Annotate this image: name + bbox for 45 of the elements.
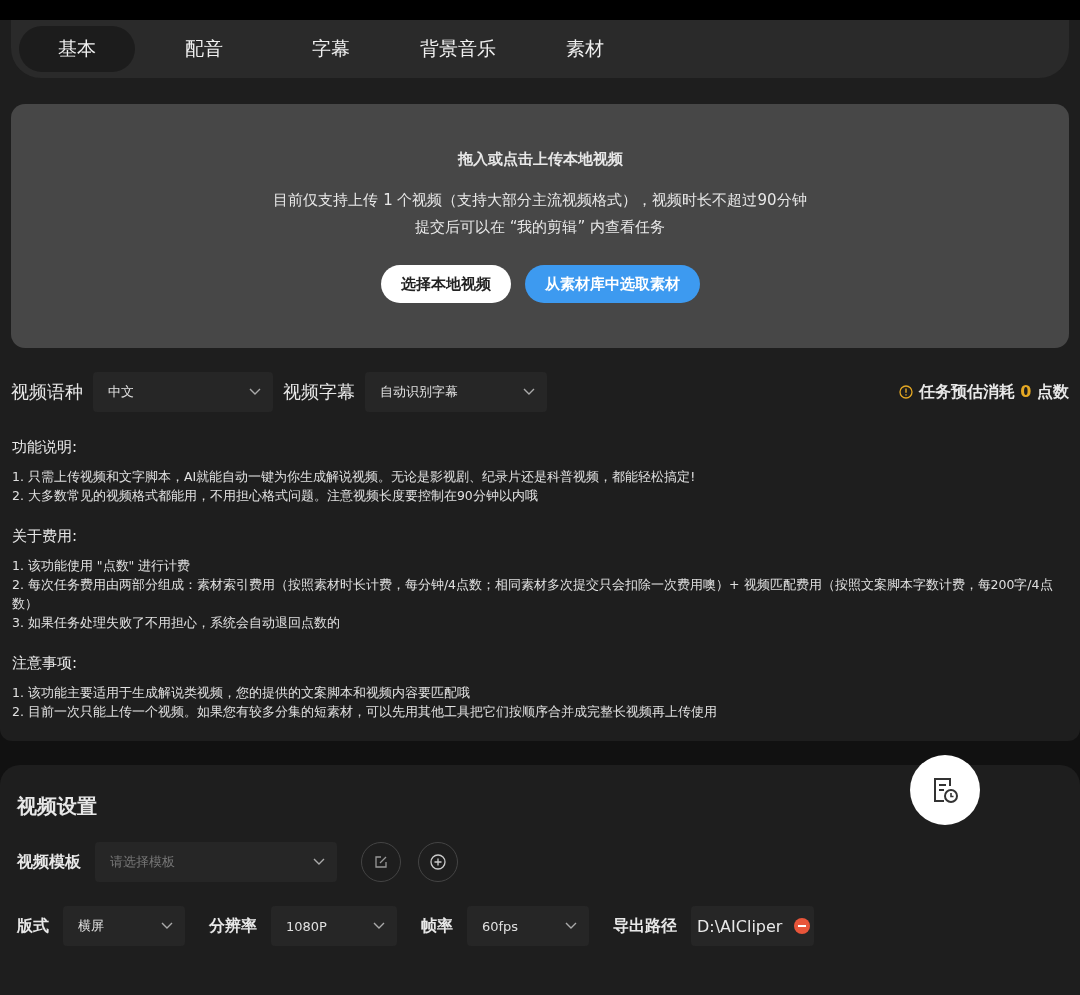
tab[interactable]: 素材 [527,26,643,72]
caret-icon [313,858,325,866]
remove-icon[interactable] [794,918,811,934]
note-text: 1. 该功能主要适用于生成解说类视频，您的提供的文案脚本和视频内容要匹配哦 [12,684,471,702]
tab[interactable]: 基本 [19,26,135,72]
plus-circle-icon [430,854,446,870]
dropdown-field[interactable]: 中文 [93,372,273,412]
field-label: 分辨率 [209,915,257,937]
upload-title: 拖入或点击上传本地视频 [457,150,623,169]
dropdown-field[interactable]: 60fps [467,906,589,946]
field-label: 版式 [17,915,49,937]
dropdown-field[interactable]: 横屏 [63,906,185,946]
dropdown-field[interactable]: 自动识别字幕 [365,372,547,412]
note-text: 2. 大多数常见的视频格式都能用，不用担心格式问题。注意视频长度要控制在90分钟以内哦 [12,487,539,505]
caret-icon [523,388,535,396]
local-video-button[interactable]: 选择本地视频 [380,265,511,303]
note-text: 2. 每次任务费用由两部分组成：素材索引费用（按照素材时长计费，每分钟/4点数；相同素材多次提交只会扣除一次费用噢）+ 视频匹配费用（按照文案脚本字数计费，每200字/4点数） [12,576,1054,613]
note-text: 1. 只需上传视频和文字脚本，AI就能自动一键为你生成解说视频。无论是影视剧、纪录片还是科普视频，都能轻松搞定! [12,468,697,486]
field-label: 视频字幕 [283,380,355,404]
tab[interactable]: 字幕 [273,26,389,72]
field-label: 视频模板 [17,851,81,873]
upload-hint: 提交后可以在 “我的剪辑” 内查看任务 [414,217,666,238]
upload-area[interactable]: 拖入或点击上传本地视频 目前仅支持上传 1 个视频（支持大部分主流视频格式），视频时长不超过90分钟 提交后可以在 “我的剪辑” 内查看任务 选择本地视频 从素材库中选取素材 [11,104,1069,348]
caret-icon [161,922,173,930]
section-heading: 关于费用: [12,527,79,546]
caret-icon [373,922,385,930]
caret-icon [565,922,577,930]
field-label: 视频语种 [11,380,83,404]
caret-icon [249,388,261,396]
note-text: 2. 目前一次只能上传一个视频。如果您有较多分集的短素材，可以先用其他工具把它们按顺序合并成完整长视频再上传使用 [12,703,718,721]
upload-hint: 目前仅支持上传 1 个视频（支持大部分主流视频格式），视频时长不超过90分钟 [273,190,807,211]
note-text: 1. 该功能使用 "点数" 进行计费 [12,557,192,575]
note-text: 3. 如果任务处理失败了不用担心，系统会自动退回点数的 [12,614,341,632]
field-label: 导出路径 [613,915,677,937]
path-field[interactable]: D:\AICliper [691,906,815,946]
tab[interactable]: 背景音乐 [400,26,516,72]
dropdown-field[interactable]: 1080P [271,906,397,946]
edit-icon [374,855,388,869]
field-label: 帧率 [421,915,453,937]
section-heading: 注意事项: [12,654,79,673]
section-title: 视频设置 [17,793,98,820]
cost-estimate: 任务预估消耗 0 点数 [918,381,1069,403]
info-icon [898,385,913,399]
section-heading: 功能说明: [12,438,79,457]
tab[interactable]: 配音 [146,26,262,72]
